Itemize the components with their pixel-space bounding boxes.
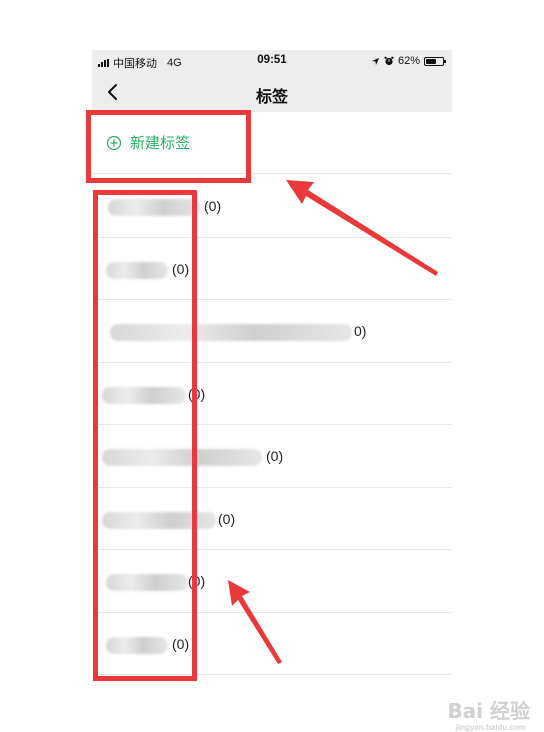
status-bar: 中国移动 4G 09:51 62% <box>92 50 452 72</box>
watermark-text: Bai 经验 <box>447 699 530 723</box>
redacted-tag-name <box>110 324 352 341</box>
plus-circle-icon <box>106 135 122 150</box>
list-item[interactable]: (0) <box>92 613 452 675</box>
list-item[interactable]: (0) <box>92 363 452 425</box>
redacted-tag-name <box>102 449 262 466</box>
phone-screen: 中国移动 4G 09:51 62% 标签 新建标签 (0) (0) 0) (0)… <box>92 50 452 720</box>
tag-count: (0) <box>218 510 236 527</box>
list-item[interactable]: 0) <box>92 300 452 363</box>
redacted-tag-name <box>108 199 200 216</box>
tag-count: (0) <box>172 260 190 277</box>
watermark: Bai 经验 jingyan.baidu.com <box>447 695 530 732</box>
redacted-tag-name <box>106 261 168 279</box>
list-item[interactable]: (0) <box>92 238 452 300</box>
tag-count: (0) <box>172 635 190 652</box>
list-item[interactable]: (0) <box>92 488 452 550</box>
battery-percent: 62% <box>397 55 420 67</box>
location-icon <box>371 57 380 65</box>
tag-count: (0) <box>266 448 284 464</box>
new-tag-button[interactable]: 新建标签 <box>92 112 452 174</box>
tag-count: 0) <box>354 323 367 339</box>
nav-bar: 标签 <box>92 72 452 112</box>
battery-icon <box>424 56 446 66</box>
list-item[interactable]: (0) <box>92 175 452 238</box>
list-item[interactable]: (0) <box>92 550 452 613</box>
redacted-tag-name <box>102 511 216 529</box>
status-right: 62% <box>371 55 446 67</box>
redacted-tag-name <box>106 636 168 654</box>
tag-count: (0) <box>188 385 206 402</box>
redacted-tag-name <box>106 574 188 591</box>
alarm-icon <box>384 56 394 66</box>
tag-count: (0) <box>188 573 206 589</box>
tag-count: (0) <box>204 198 222 214</box>
page-title: 标签 <box>255 89 288 106</box>
new-tag-label: 新建标签 <box>130 135 191 152</box>
watermark-subtext: jingyan.baidu.com <box>455 723 526 732</box>
tag-list: (0) (0) 0) (0) (0) (0) (0) (0) <box>92 175 452 675</box>
list-item[interactable]: (0) <box>92 425 452 488</box>
redacted-tag-name <box>102 386 186 404</box>
